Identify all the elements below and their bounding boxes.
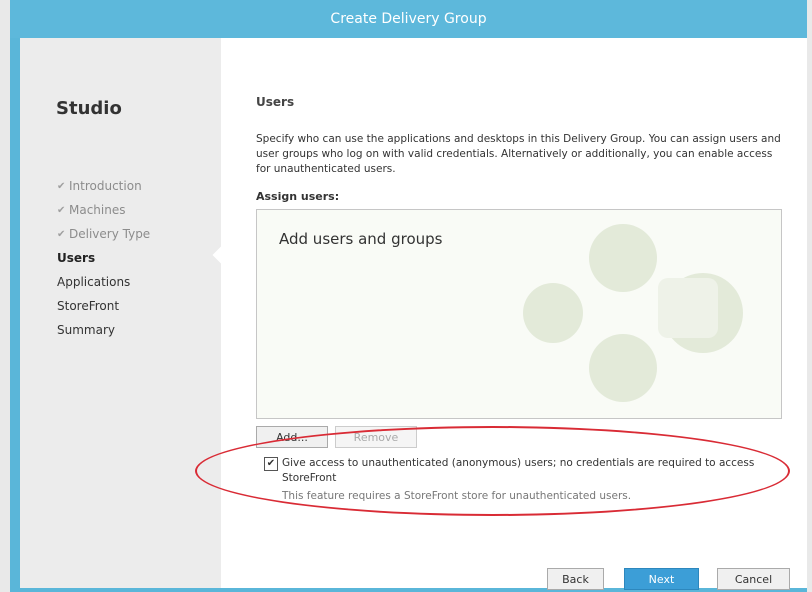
- checkmark-icon: ✔: [57, 180, 66, 192]
- remove-users-button[interactable]: Remove: [335, 426, 417, 448]
- assign-users-label: Assign users:: [256, 190, 340, 203]
- window-title: Create Delivery Group: [10, 0, 807, 38]
- main-panel: Users Specify who can use the applicatio…: [256, 38, 786, 588]
- wizard-steps: ✔ Introduction ✔ Machines ✔ Delivery Type U…: [57, 174, 150, 342]
- back-button[interactable]: Back: [547, 568, 604, 590]
- anonymous-access-label: Give access to unauthenticated (anonymou…: [282, 457, 755, 484]
- users-list-box[interactable]: Add users and groups: [256, 209, 782, 419]
- citrix-watermark-icon: [523, 224, 743, 402]
- add-users-button[interactable]: Add...: [256, 426, 328, 448]
- dialog-window: Create Delivery Group Studio ✔ Introducti…: [10, 0, 807, 592]
- users-placeholder: Add users and groups: [279, 230, 443, 248]
- anonymous-access-checkbox[interactable]: ✔: [264, 457, 278, 471]
- page-description: Specify who can use the applications and…: [256, 133, 781, 175]
- step-delivery-type[interactable]: ✔ Delivery Type: [57, 222, 150, 246]
- active-step-pointer: [212, 246, 230, 264]
- next-button[interactable]: Next: [624, 568, 699, 590]
- cancel-button[interactable]: Cancel: [717, 568, 790, 590]
- page-title: Users: [256, 95, 295, 109]
- step-storefront[interactable]: StoreFront: [57, 294, 150, 318]
- checkmark-icon: ✔: [57, 228, 66, 240]
- step-applications[interactable]: Applications: [57, 270, 150, 294]
- step-machines[interactable]: ✔ Machines: [57, 198, 150, 222]
- sidebar: Studio ✔ Introduction ✔ Machines ✔ Delivery…: [20, 38, 230, 588]
- checkmark-icon: ✔: [57, 204, 66, 216]
- step-summary[interactable]: Summary: [57, 318, 150, 342]
- anonymous-access-note: This feature requires a StoreFront store…: [282, 490, 632, 502]
- app-title: Studio: [56, 98, 122, 119]
- step-users[interactable]: Users: [57, 246, 150, 270]
- step-introduction[interactable]: ✔ Introduction: [57, 174, 150, 198]
- dialog-content: Studio ✔ Introduction ✔ Machines ✔ Delivery…: [20, 38, 807, 590]
